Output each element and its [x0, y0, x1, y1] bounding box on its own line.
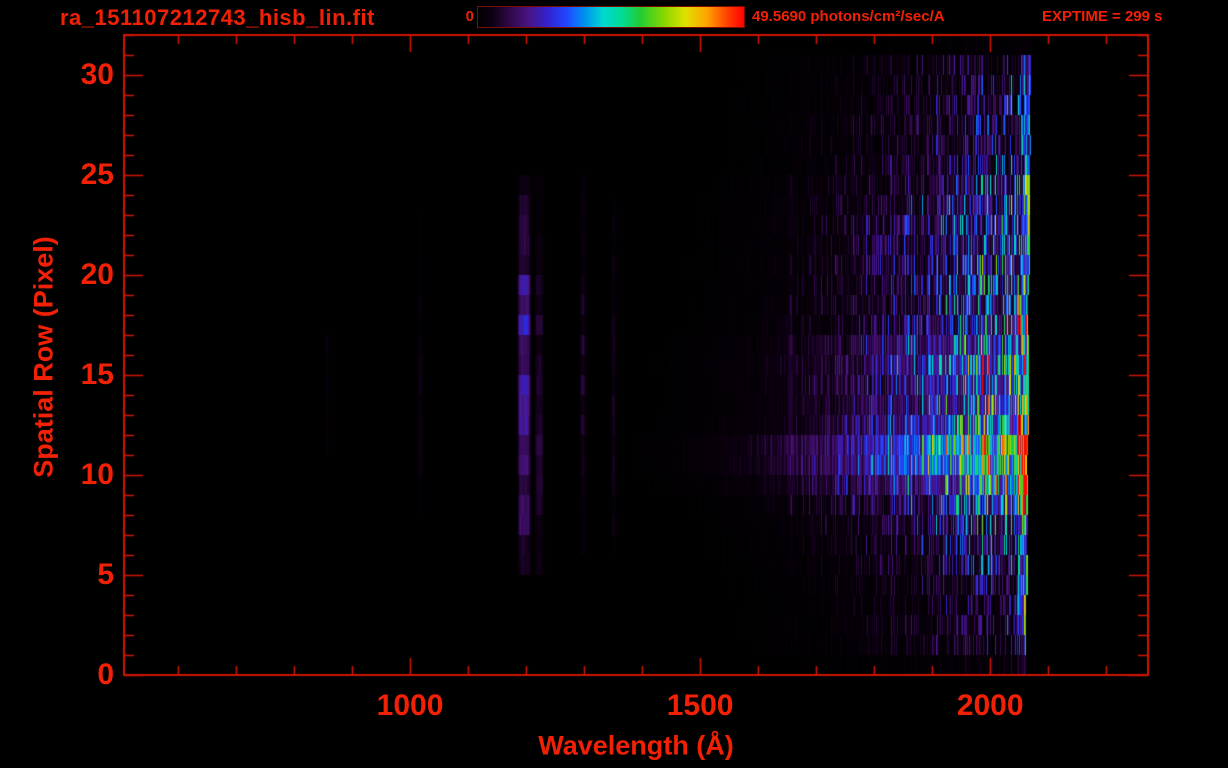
y-axis-title: Spatial Row (Pixel)	[28, 236, 59, 478]
spectrogram-viewer-window: ra_151107212743_hisb_lin.fit 0 49.5690 p…	[0, 0, 1228, 768]
colorbar-min-label: 0	[465, 8, 474, 25]
file-name-title: ra_151107212743_hisb_lin.fit	[60, 5, 375, 30]
x-axis-title: Wavelength (Å)	[538, 730, 734, 761]
x-tick-label: 2000	[956, 689, 1024, 722]
exptime-label: EXPTIME = 299 s	[1042, 8, 1163, 25]
y-tick-label: 0	[97, 658, 114, 691]
y-tick-label: 5	[97, 558, 114, 591]
x-tick-label: 1500	[666, 689, 734, 722]
y-tick-label: 25	[80, 158, 114, 191]
x-tick-label: 1000	[376, 689, 444, 722]
y-tick-label: 30	[80, 58, 114, 91]
spectrogram-canvas	[0, 0, 1228, 768]
colorbar-max-label: 49.5690 photons/cm²/sec/A	[752, 8, 945, 25]
colorbar-gradient	[477, 6, 745, 28]
